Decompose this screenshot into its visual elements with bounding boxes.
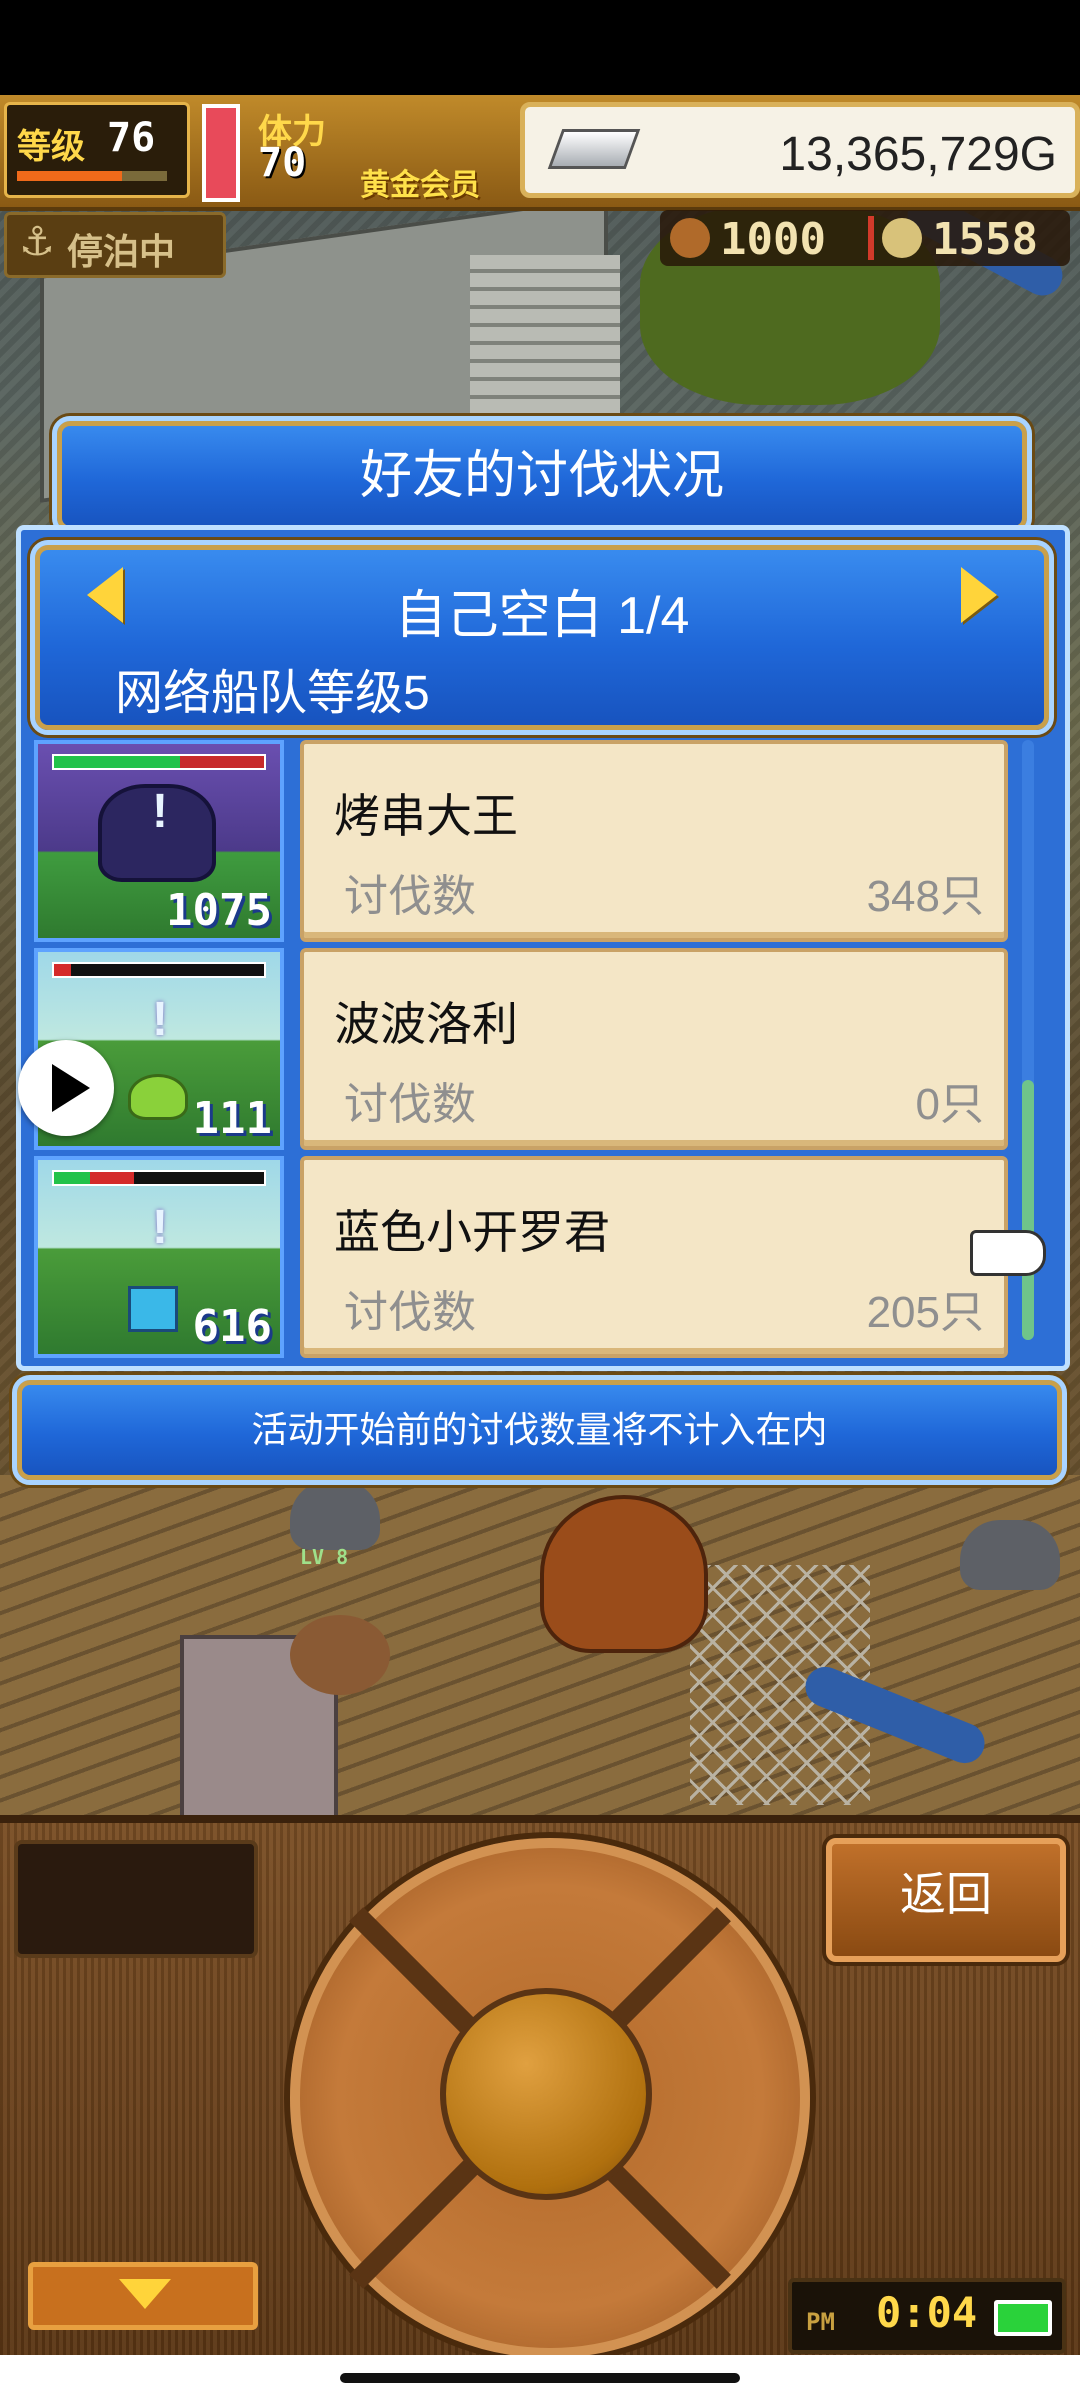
footer-note-bar: 活动开始前的讨伐数量将不计入在内 [12, 1375, 1067, 1485]
level-panel: 等级 76 [4, 102, 190, 198]
list-item[interactable]: 蓝色小开罗君 讨伐数 205只 [300, 1156, 1008, 1358]
pointer-hand-icon [970, 1230, 1046, 1276]
clock-time: 0:04 [876, 2288, 978, 2337]
list-item[interactable]: 烤串大王 讨伐数 348只 [300, 740, 1008, 942]
friend-list[interactable]: ! 1075 烤串大王 讨伐数 348只 ! 111 波波洛利 讨伐数 0只 !… [30, 736, 1030, 1358]
gold-panel: 13,365,729G [520, 102, 1080, 198]
phone-status-bar [0, 0, 1080, 95]
play-icon [52, 1064, 90, 1112]
play-button[interactable] [18, 1040, 114, 1136]
hp-bar [52, 962, 266, 978]
monster-sprite[interactable] [540, 1495, 708, 1653]
hp-bar-fill [54, 1172, 134, 1184]
count-value: 0只 [915, 1080, 984, 1129]
stamina-value: 70 [258, 140, 307, 186]
membership-badge: 黄金会员 [360, 168, 480, 203]
monster-thumbnail[interactable]: ! 1075 [34, 740, 284, 942]
page-label: 自己空白 1/4 [394, 587, 690, 645]
scrollbar-thumb[interactable] [1022, 1080, 1034, 1340]
wooden-barrel [290, 1615, 390, 1695]
fleet-level: 网络船队等级5 [115, 667, 430, 720]
friend-name: 蓝色小开罗君 [334, 1206, 610, 1258]
food-icon [670, 218, 710, 258]
silver-bar-icon [547, 129, 641, 169]
hp-bar [52, 754, 266, 770]
monster-sprite [128, 1286, 178, 1332]
dock-status-label: 停泊中 [67, 232, 176, 273]
monster-sprite [128, 1074, 188, 1120]
gold-amount: 13,365,729G [779, 128, 1057, 181]
directional-pad[interactable] [290, 1838, 810, 2358]
clock-panel: PM 0:04 [788, 2278, 1066, 2354]
resource-2-value: 1558 [932, 214, 1038, 265]
count-label: 讨伐数 [344, 1288, 476, 1337]
exclamation-icon: ! [152, 785, 168, 838]
coin-icon [882, 218, 922, 258]
level-label: 等级 [17, 127, 85, 167]
castle-stairs [470, 255, 620, 425]
monster-level: 1075 [166, 885, 272, 936]
chevron-down-icon [119, 2279, 171, 2309]
ship-deck [0, 1475, 1080, 1815]
footer-note: 活动开始前的讨伐数量将不计入在内 [251, 1409, 828, 1450]
monster-thumbnail[interactable]: ! 616 [34, 1156, 284, 1358]
level-value: 76 [107, 115, 156, 161]
count-label: 讨伐数 [344, 872, 476, 921]
clock-ampm: PM [806, 2308, 835, 2336]
menu-toggle-button[interactable] [28, 2262, 258, 2330]
next-page-button[interactable] [961, 567, 997, 623]
stamina-gauge [202, 104, 240, 202]
hp-bar [52, 1170, 266, 1186]
count-value: 205只 [866, 1288, 984, 1337]
list-item[interactable]: 波波洛利 讨伐数 0只 [300, 948, 1008, 1150]
item-slot[interactable] [14, 1840, 258, 1958]
system-nav-bar [0, 2355, 1080, 2400]
anchor-icon: ⚓ [19, 220, 55, 264]
hp-bar-fill [54, 756, 180, 768]
monster-level: 616 [192, 1301, 272, 1352]
dock-status[interactable]: ⚓ 停泊中 [4, 212, 226, 278]
exclamation-icon: ! [152, 1201, 168, 1254]
exp-bar [17, 171, 167, 181]
exp-bar-fill [17, 171, 122, 181]
lv-tag: LV 8 [300, 1545, 349, 1569]
battery-icon [994, 2300, 1052, 2336]
exclamation-icon: ! [152, 993, 168, 1046]
monster-level: 111 [192, 1093, 272, 1144]
hp-bar-fill [54, 964, 71, 976]
home-indicator[interactable] [340, 2373, 740, 2383]
back-button[interactable]: 返回 [826, 1838, 1066, 1962]
resource-panel: 1000 1558 [660, 210, 1070, 266]
resource-1-value: 1000 [720, 214, 826, 265]
dialog-title-bar: 好友的讨伐状况 [52, 416, 1032, 536]
page-header: 自己空白 1/4 网络船队等级5 [30, 540, 1054, 735]
friend-name: 波波洛利 [334, 998, 518, 1050]
friend-name: 烤串大王 [334, 790, 518, 842]
crew-member[interactable] [960, 1520, 1060, 1590]
back-button-label: 返回 [900, 1868, 992, 1920]
dialog-title: 好友的讨伐状况 [359, 447, 724, 505]
dpad-center-button[interactable] [440, 1988, 652, 2200]
divider [868, 216, 874, 260]
count-value: 348只 [866, 872, 984, 921]
count-label: 讨伐数 [344, 1080, 476, 1129]
crew-member[interactable] [290, 1480, 380, 1550]
